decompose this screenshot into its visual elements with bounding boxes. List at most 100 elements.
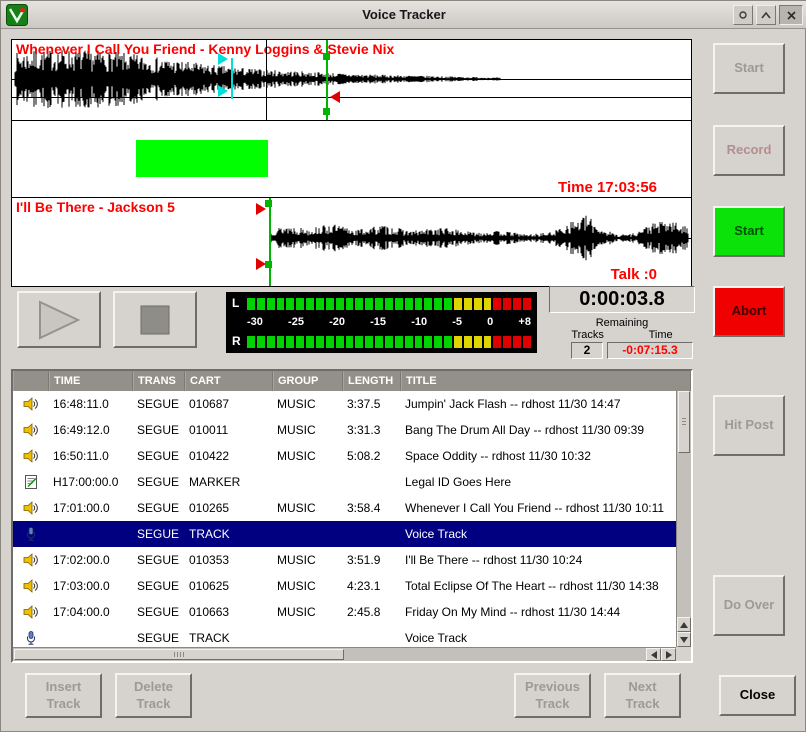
vu-meter: L -30-25-20-15-10-50+8 R: [226, 292, 537, 353]
cell-trans: SEGUE: [133, 553, 185, 567]
log-table: TIMETRANSCARTGROUPLENGTHTITLE 16:48:11.0…: [11, 369, 693, 663]
vertical-scrollbar-thumb[interactable]: [678, 391, 690, 453]
track1-waveform-panel[interactable]: Whenever I Call You Friend - Kenny Loggi…: [11, 39, 692, 121]
insert-track-button[interactable]: Insert Track: [25, 673, 102, 718]
log-row[interactable]: 16:49:12.0SEGUE010011MUSIC3:31.3Bang The…: [13, 417, 676, 443]
cell-trans: SEGUE: [133, 527, 185, 541]
meter-scale-label: -30: [247, 317, 263, 328]
speaker-icon: [13, 396, 49, 412]
vertical-scrollbar[interactable]: [676, 391, 691, 647]
delete-track-button[interactable]: Delete Track: [115, 673, 192, 718]
meter-scale: -30-25-20-15-10-50+8: [232, 317, 531, 328]
speaker-icon: [13, 578, 49, 594]
speaker-icon: [13, 552, 49, 568]
horizontal-scrollbar-thumb[interactable]: [14, 649, 344, 660]
cell-trans: SEGUE: [133, 475, 185, 489]
stop-button[interactable]: [113, 291, 197, 348]
meter-scale-label: -25: [288, 317, 304, 328]
header-length[interactable]: LENGTH: [343, 371, 401, 391]
speaker-icon: [13, 448, 49, 464]
cell-cart: MARKER: [185, 475, 273, 489]
do-over-button[interactable]: Do Over: [713, 575, 785, 636]
cell-cart: 010011: [185, 423, 273, 437]
header-cart[interactable]: CART: [185, 371, 273, 391]
track-start-handle[interactable]: [265, 200, 272, 207]
header-icon-column[interactable]: [13, 371, 49, 391]
stop-icon: [140, 305, 170, 335]
cell-length: 4:23.1: [343, 579, 401, 593]
voicetrack-panel[interactable]: Time 17:03:56: [11, 120, 692, 198]
next-track-button[interactable]: Next Track: [604, 673, 681, 718]
meter-scale-label: -5: [452, 317, 462, 328]
cell-length: 3:51.9: [343, 553, 401, 567]
track2-title: I'll Be There - Jackson 5: [16, 199, 175, 215]
cell-group: MUSIC: [273, 553, 343, 567]
previous-track-button[interactable]: Previous Track: [514, 673, 591, 718]
cell-length: 3:37.5: [343, 397, 401, 411]
cell-title: I'll Be There -- rdhost 11/30 10:24: [401, 553, 676, 567]
shade-pin-icon[interactable]: [733, 5, 753, 25]
log-row[interactable]: 16:48:11.0SEGUE010687MUSIC3:37.5Jumpin' …: [13, 391, 676, 417]
close-icon[interactable]: [779, 5, 803, 25]
abort-button[interactable]: Abort: [713, 286, 785, 337]
cell-trans: SEGUE: [133, 397, 185, 411]
start-button-track1[interactable]: Start: [713, 43, 785, 94]
track-start-arrow[interactable]: [256, 258, 266, 270]
segue-marker-handle[interactable]: [323, 108, 330, 115]
log-row[interactable]: H17:00:00.0SEGUEMARKERLegal ID Goes Here: [13, 469, 676, 495]
header-time[interactable]: TIME: [49, 371, 133, 391]
track-start-line[interactable]: [269, 198, 271, 286]
scroll-up-button[interactable]: [677, 617, 691, 632]
cell-group: MUSIC: [273, 449, 343, 463]
log-row[interactable]: 17:04:00.0SEGUE010663MUSIC2:45.8Friday O…: [13, 599, 676, 625]
horizontal-scrollbar[interactable]: [13, 647, 676, 661]
meter-scale-label: 0: [487, 317, 493, 328]
cell-title: Jumpin' Jack Flash -- rdhost 11/30 14:47: [401, 397, 676, 411]
right-led-bar: [247, 336, 531, 348]
mic-icon: [13, 526, 49, 542]
scroll-right-button[interactable]: [661, 648, 676, 661]
cell-title: Voice Track: [401, 527, 676, 541]
cell-cart: TRACK: [185, 631, 273, 645]
cell-cart: 010625: [185, 579, 273, 593]
segue-marker-handle[interactable]: [323, 53, 330, 60]
track2-waveform-panel[interactable]: I'll Be There - Jackson 5 Talk :0: [11, 197, 692, 287]
scroll-down-button[interactable]: [677, 632, 691, 647]
cell-title: Friday On My Mind -- rdhost 11/30 14:44: [401, 605, 676, 619]
header-group[interactable]: GROUP: [273, 371, 343, 391]
header-trans[interactable]: TRANS: [133, 371, 185, 391]
log-row[interactable]: SEGUETRACK Voice Track: [13, 521, 676, 547]
log-row[interactable]: SEGUETRACKVoice Track: [13, 625, 676, 647]
scroll-left-button[interactable]: [646, 648, 661, 661]
talk-marker-line[interactable]: [231, 58, 233, 99]
start-button-track2[interactable]: Start: [713, 206, 785, 257]
tracks-label: Tracks: [571, 329, 604, 341]
voice-tracker-window: { "window": { "title": "Voice Tracker" }…: [0, 0, 806, 732]
record-button[interactable]: Record: [713, 125, 785, 176]
cell-length: 3:58.4: [343, 501, 401, 515]
hit-post-button[interactable]: Hit Post: [713, 395, 785, 456]
talk-marker-arrow[interactable]: [218, 85, 228, 97]
voicetrack-region[interactable]: [136, 140, 268, 177]
maximize-icon[interactable]: [756, 5, 776, 25]
cell-time: 17:03:00.0: [49, 579, 133, 593]
log-row[interactable]: 17:03:00.0SEGUE010625MUSIC4:23.1Total Ec…: [13, 573, 676, 599]
marker-icon: [13, 474, 49, 490]
log-row[interactable]: 17:01:00.0SEGUE010265MUSIC3:58.4Whenever…: [13, 495, 676, 521]
playhead-line: [266, 40, 267, 120]
close-button[interactable]: Close: [719, 675, 796, 716]
log-row[interactable]: 16:50:11.0SEGUE010422MUSIC5:08.2Space Od…: [13, 443, 676, 469]
mic-icon: [13, 630, 49, 646]
cell-cart: 010687: [185, 397, 273, 411]
header-title[interactable]: TITLE: [401, 371, 691, 391]
cell-trans: SEGUE: [133, 423, 185, 437]
track-start-handle[interactable]: [265, 261, 272, 268]
track-start-arrow[interactable]: [256, 203, 266, 215]
log-row[interactable]: 17:02:00.0SEGUE010353MUSIC3:51.9I'll Be …: [13, 547, 676, 573]
cell-cart: TRACK: [185, 527, 273, 541]
play-button[interactable]: [17, 291, 101, 348]
window-title: Voice Tracker: [1, 1, 806, 29]
cell-time: 16:48:11.0: [49, 397, 133, 411]
end-marker-arrow[interactable]: [330, 91, 340, 103]
talk-marker-arrow[interactable]: [218, 53, 228, 65]
